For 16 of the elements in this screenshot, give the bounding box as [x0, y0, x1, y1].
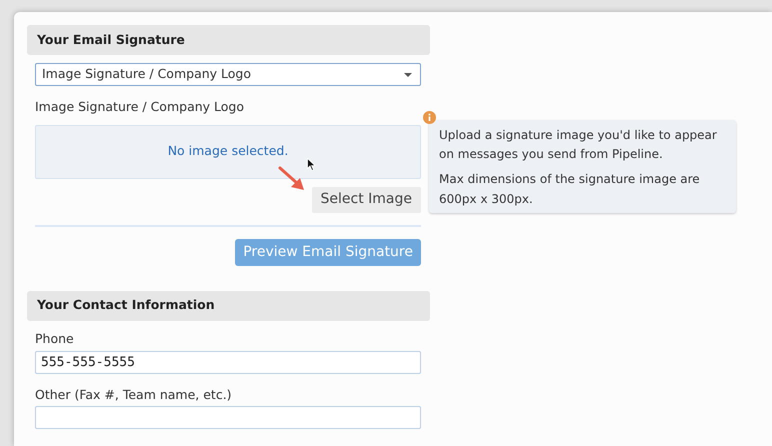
field-label: Image Signature / Company Logo	[35, 98, 245, 116]
arrow-icon	[278, 166, 306, 192]
select-image-button[interactable]: Select Image	[312, 186, 421, 213]
field-label: Phone	[35, 330, 75, 348]
cursor-icon	[307, 158, 316, 171]
info-icon	[423, 111, 436, 124]
text-field[interactable]: 555-555-5555	[35, 350, 421, 374]
tooltip-text: Upload a signature image you'd like to appear on messages you send from Pipeline.	[439, 127, 718, 164]
section-header: Your Email Signature	[27, 25, 430, 55]
field-label: Other (Fax #, Team name, etc.)	[35, 386, 233, 404]
status-text: No image selected.	[168, 142, 288, 160]
signature-type-dropdown[interactable]: Image Signature / Company Logo	[35, 63, 421, 86]
tooltip-text: Max dimensions of the signature image are 600px x 300px.	[439, 171, 701, 208]
caret-icon	[404, 72, 412, 76]
section-header: Your Contact Information	[27, 290, 430, 321]
text-field[interactable]	[35, 406, 421, 430]
